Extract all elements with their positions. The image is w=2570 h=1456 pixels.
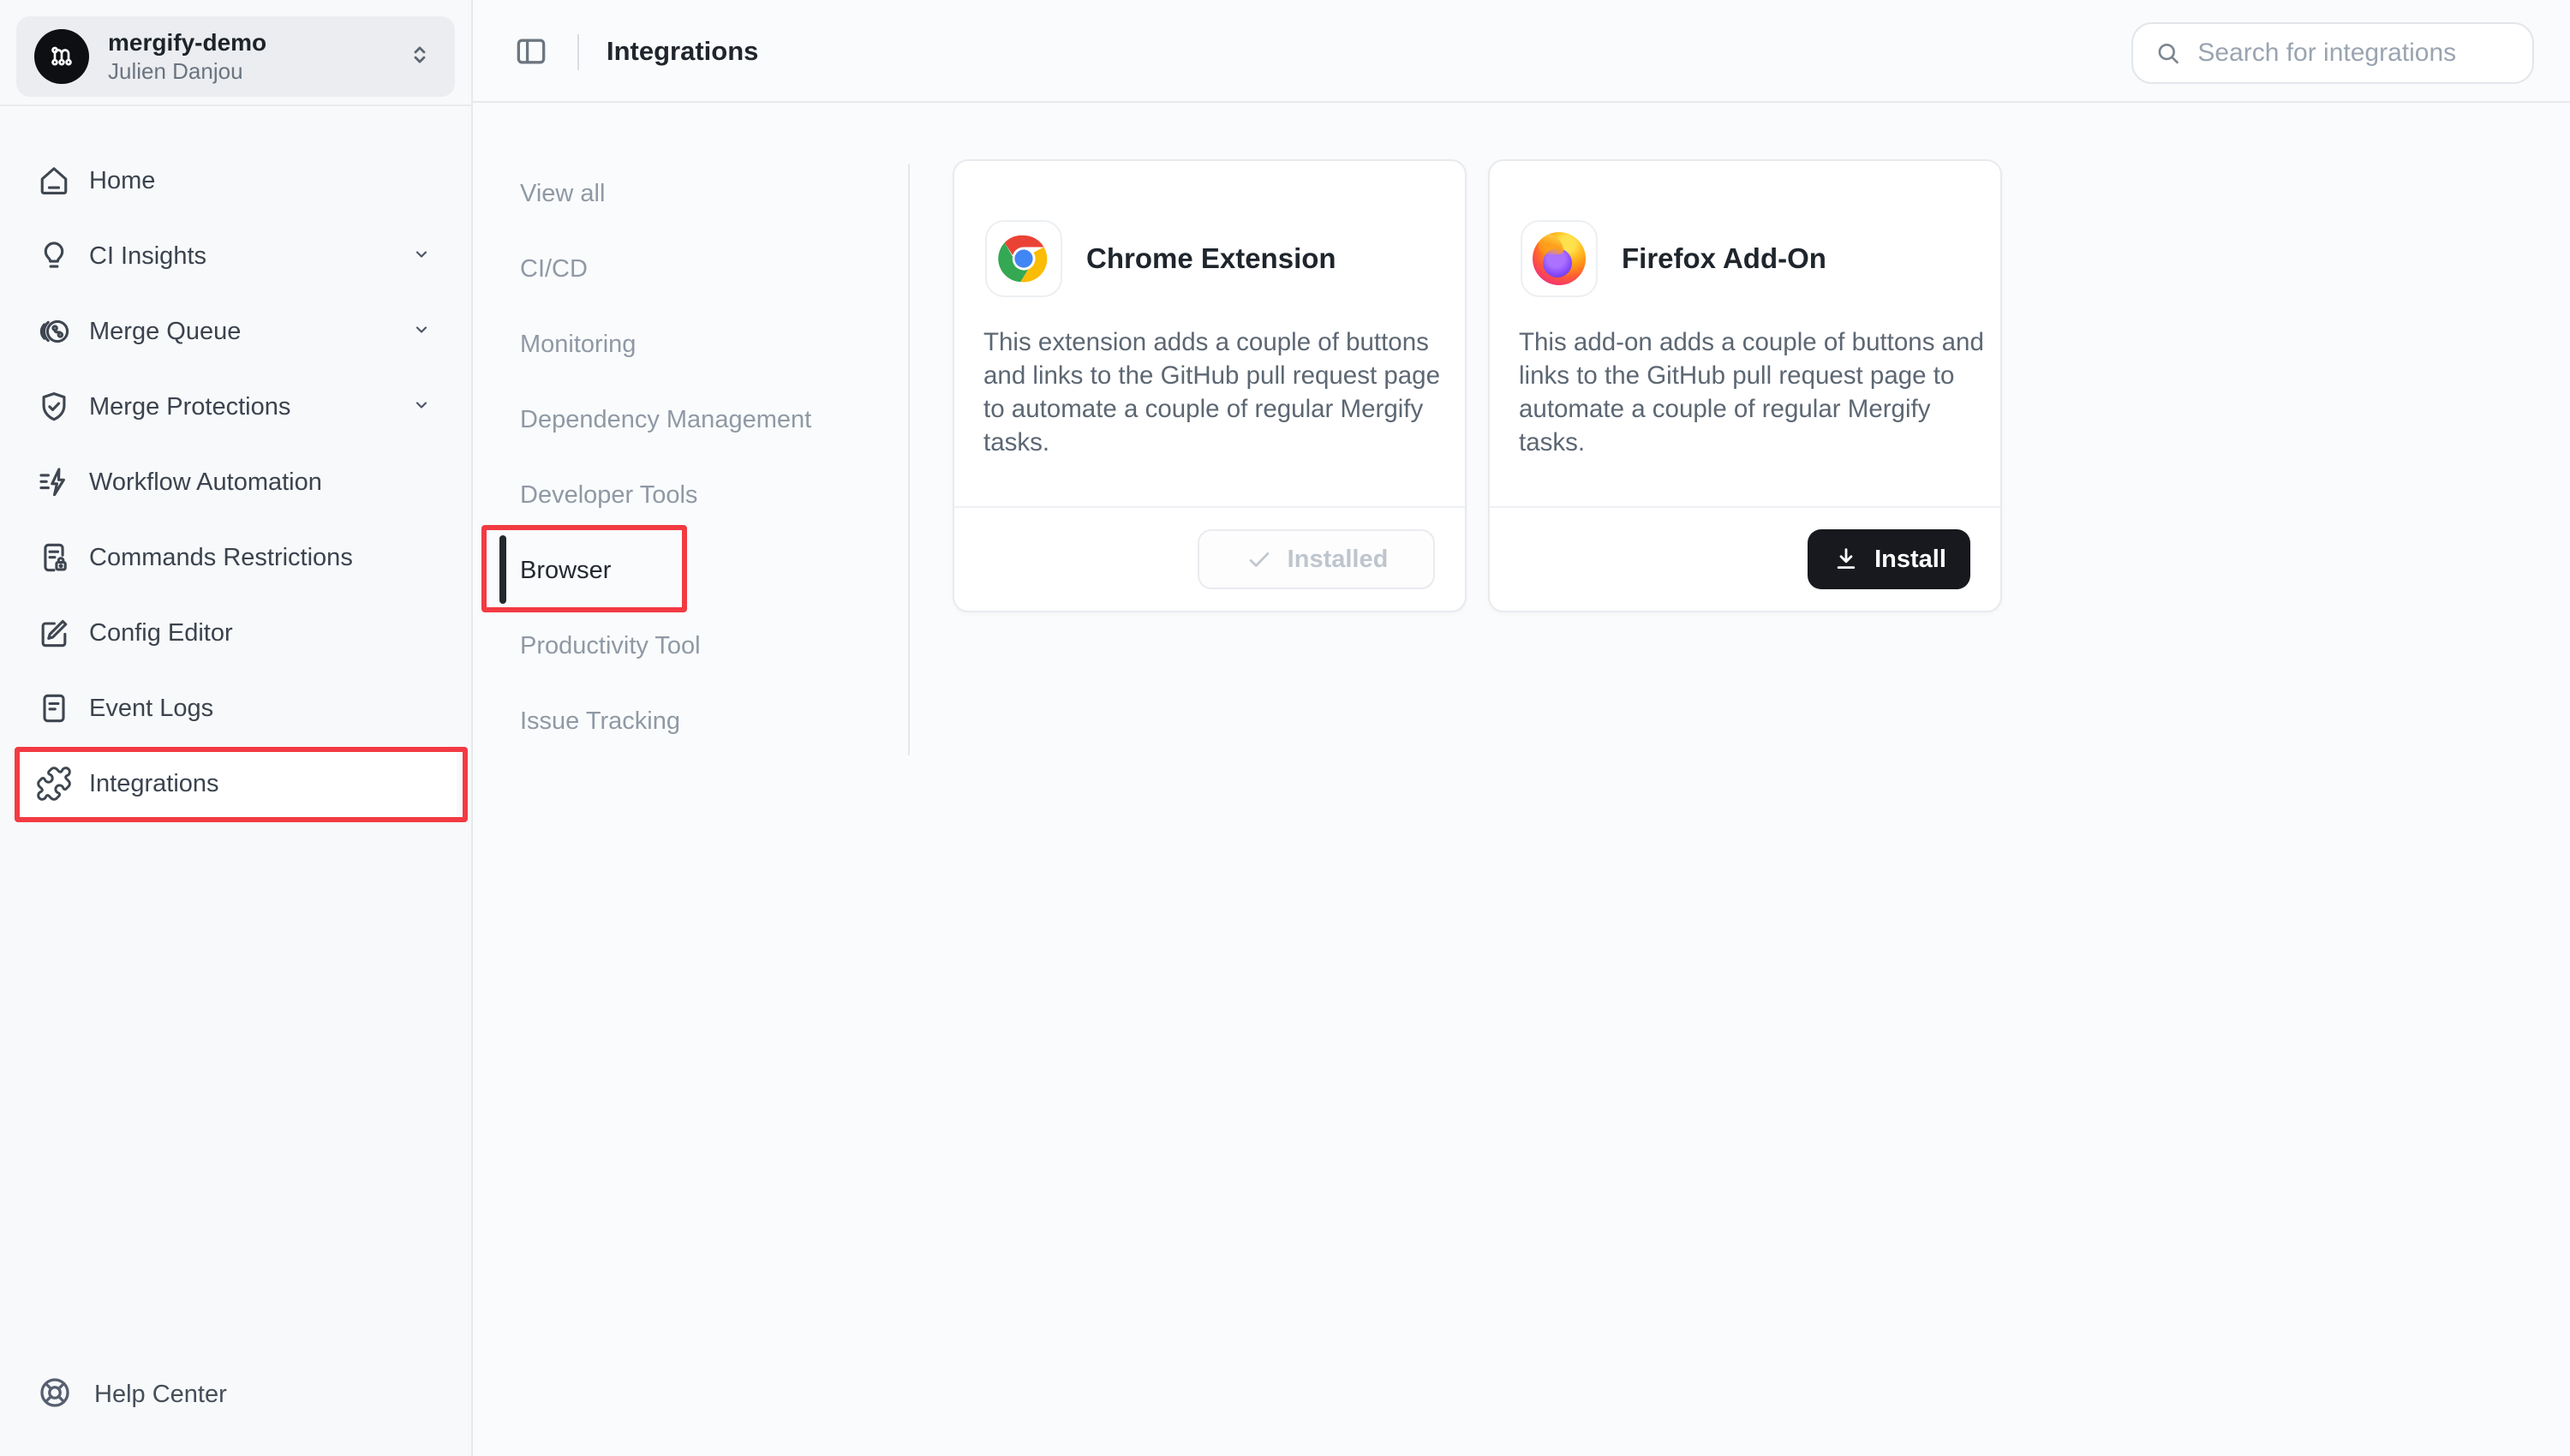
lightbulb-icon — [34, 236, 74, 276]
category-monitoring[interactable]: Monitoring — [520, 307, 880, 382]
sidebar-item-label: Commands Restrictions — [89, 544, 353, 572]
sidebar-toggle-button[interactable] — [512, 33, 550, 70]
chrome-logo-icon — [985, 220, 1062, 297]
chevron-up-down-icon — [405, 40, 434, 74]
sidebar-item-commands-restrictions[interactable]: Commands Restrictions — [16, 520, 457, 595]
sidebar-item-ci-insights[interactable]: CI Insights — [16, 218, 457, 294]
sidebar-item-home[interactable]: Home — [16, 143, 457, 218]
chevron-down-icon — [409, 392, 434, 422]
active-category-indicator — [499, 535, 506, 604]
page-title: Integrations — [607, 0, 758, 103]
help-center-label: Help Center — [94, 1381, 227, 1409]
sidebar-item-label: CI Insights — [89, 242, 206, 271]
card-title: Chrome Extension — [1086, 220, 1336, 297]
integration-card-chrome: Chrome Extension This extension adds a c… — [953, 159, 1467, 612]
category-issue-tracking[interactable]: Issue Tracking — [520, 683, 880, 759]
category-divider — [908, 164, 910, 755]
home-icon — [34, 161, 74, 200]
sidebar-item-merge-queue[interactable]: Merge Queue — [16, 294, 457, 369]
document-lock-icon — [34, 538, 74, 577]
sidebar-item-event-logs[interactable]: Event Logs — [16, 671, 457, 746]
sidebar-item-integrations[interactable]: Integrations — [16, 746, 457, 821]
sidebar-item-label: Merge Queue — [89, 318, 241, 346]
card-description: This extension adds a couple of buttons … — [983, 325, 1451, 459]
sidebar-item-merge-protections[interactable]: Merge Protections — [16, 369, 457, 445]
category-developer-tools[interactable]: Developer Tools — [520, 457, 880, 533]
search-box — [2131, 22, 2534, 84]
help-center-link[interactable]: Help Center — [36, 1369, 227, 1420]
mergify-dashboard: mergify-demo Julien Danjou Home — [0, 0, 2570, 1456]
category-view-all[interactable]: View all — [520, 156, 880, 231]
sidebar-item-label: Merge Protections — [89, 393, 290, 421]
document-lines-icon — [34, 689, 74, 728]
merge-queue-icon — [34, 312, 74, 351]
org-name: mergify-demo — [108, 28, 266, 57]
sidebar-item-label: Event Logs — [89, 695, 213, 723]
installed-button-label: Installed — [1288, 546, 1389, 574]
edit-square-icon — [34, 613, 74, 653]
integration-card-firefox: Firefox Add-On This add-on adds a couple… — [1488, 159, 2002, 612]
org-user: Julien Danjou — [108, 57, 266, 85]
category-productivity-tool[interactable]: Productivity Tool — [520, 608, 880, 683]
install-button-label: Install — [1874, 546, 1946, 574]
shield-check-icon — [34, 387, 74, 427]
firefox-logo-icon — [1521, 220, 1598, 297]
page-header: Integrations — [473, 0, 2570, 103]
category-list: View all CI/CD Monitoring Dependency Man… — [520, 156, 880, 759]
sidebar-separator — [0, 104, 473, 106]
sidebar-item-label: Home — [89, 167, 155, 195]
card-description: This add-on adds a couple of buttons and… — [1519, 325, 1987, 459]
search-icon — [2154, 37, 2182, 69]
card-footer: Installed — [954, 506, 1465, 611]
card-footer: Install — [1490, 506, 2000, 611]
installed-button[interactable]: Installed — [1198, 529, 1435, 589]
header-divider — [577, 34, 579, 70]
sidebar: mergify-demo Julien Danjou Home — [0, 0, 473, 1456]
mergify-logo-avatar — [34, 29, 89, 84]
category-browser[interactable]: Browser — [520, 533, 880, 608]
sidebar-item-config-editor[interactable]: Config Editor — [16, 595, 457, 671]
card-title: Firefox Add-On — [1622, 220, 1826, 297]
search-input[interactable] — [2197, 39, 2512, 68]
sidebar-item-label: Workflow Automation — [89, 468, 322, 497]
download-icon — [1832, 545, 1861, 574]
sidebar-item-workflow-automation[interactable]: Workflow Automation — [16, 445, 457, 520]
puzzle-icon — [34, 764, 74, 803]
category-dependency-management[interactable]: Dependency Management — [520, 382, 880, 457]
org-meta: mergify-demo Julien Danjou — [108, 28, 266, 85]
install-button[interactable]: Install — [1808, 529, 1970, 589]
sidebar-item-label: Integrations — [89, 770, 219, 798]
automation-bolt-icon — [34, 462, 74, 502]
category-cicd[interactable]: CI/CD — [520, 231, 880, 307]
lifebuoy-icon — [36, 1374, 74, 1416]
sidebar-item-label: Config Editor — [89, 619, 233, 647]
chevron-down-icon — [409, 242, 434, 272]
chevron-down-icon — [409, 317, 434, 347]
org-switcher[interactable]: mergify-demo Julien Danjou — [16, 16, 455, 97]
sidebar-nav: Home CI Insights — [16, 143, 457, 821]
check-icon — [1245, 545, 1274, 574]
